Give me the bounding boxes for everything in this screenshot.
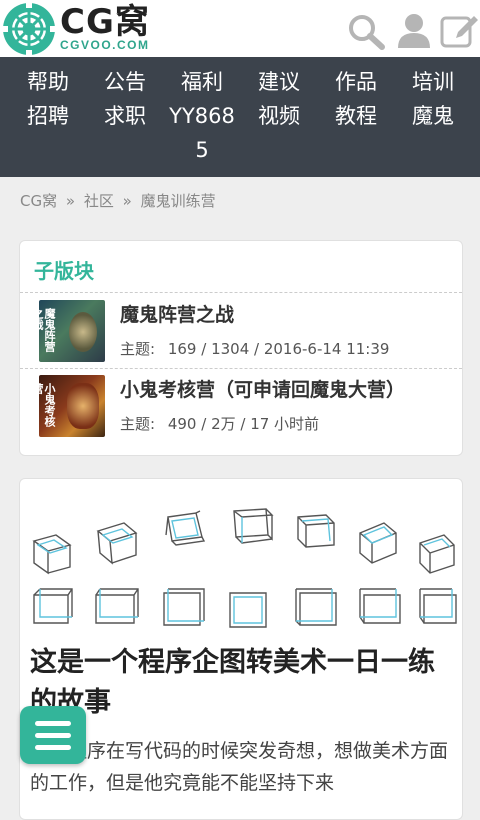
nav-column-3: 福利 YY868 5 — [164, 65, 240, 167]
stats-label: 主题: — [120, 415, 156, 433]
nav-item-job-seeking[interactable]: 求职 — [87, 99, 163, 133]
cube-sketch-image — [32, 508, 457, 628]
menu-icon — [35, 721, 71, 726]
logo-title: CG窝 — [60, 2, 150, 42]
app-header: CG窝 CGVOO.COM — [0, 0, 480, 58]
category-nav: 帮助 招聘 公告 求职 福利 YY868 5 建议 视频 作品 教程 培训 魔鬼 — [0, 57, 480, 177]
nav-item-training[interactable]: 培训 — [395, 65, 471, 99]
subforum-name[interactable]: 魔鬼阵营之战 — [120, 300, 234, 327]
logo-subtitle: CGVOO.COM — [60, 38, 150, 52]
menu-button[interactable] — [20, 706, 86, 764]
subforum-stats: 主题: 490 / 2万 / 17 小时前 — [120, 413, 319, 434]
subforum-heading: 子版块 — [34, 259, 94, 283]
article-card[interactable]: 这是一个程序企图转美术一日一练的故事 一个程序在写代码的时候突发奇想，想做美术方… — [19, 478, 463, 820]
nav-column-6: 培训 魔鬼 — [395, 65, 471, 133]
article-title[interactable]: 这是一个程序企图转美术一日一练的故事 — [30, 643, 450, 723]
nav-item-videos[interactable]: 视频 — [241, 99, 317, 133]
subforum-stats: 主题: 169 / 1304 / 2016-6-14 11:39 — [120, 338, 389, 359]
user-icon[interactable] — [394, 12, 434, 50]
menu-icon — [35, 733, 71, 738]
nav-column-5: 作品 教程 — [318, 65, 394, 133]
nav-column-2: 公告 求职 — [87, 65, 163, 133]
nav-column-1: 帮助 招聘 — [10, 65, 86, 133]
search-icon[interactable] — [346, 12, 386, 50]
subforum-row[interactable]: 小鬼考核营 小鬼考核营（可申请回魔鬼大营） 主题: 490 / 2万 / 17 … — [20, 369, 462, 443]
breadcrumb: CG窝 » 社区 » 魔鬼训练营 — [20, 190, 216, 211]
edit-icon[interactable] — [440, 12, 480, 50]
stats-value: 490 / 2万 / 17 小时前 — [167, 415, 320, 433]
subforum-name[interactable]: 小鬼考核营（可申请回魔鬼大营） — [120, 375, 405, 402]
stats-label: 主题: — [120, 340, 156, 358]
breadcrumb-separator: » — [65, 192, 76, 210]
nav-item-works[interactable]: 作品 — [318, 65, 394, 99]
breadcrumb-community[interactable]: 社区 — [84, 192, 114, 210]
nav-item-jobs[interactable]: 招聘 — [10, 99, 86, 133]
thumbnail-caption: 魔鬼阵营之战 — [39, 308, 56, 352]
logo[interactable]: CG窝 CGVOO.COM — [60, 4, 150, 52]
breadcrumb-home[interactable]: CG窝 — [20, 192, 57, 210]
subforum-thumbnail: 魔鬼阵营之战 — [39, 300, 105, 362]
thumbnail-caption: 小鬼考核营 — [39, 383, 56, 427]
nav-item-welfare[interactable]: 福利 — [164, 65, 240, 99]
breadcrumb-current: 魔鬼训练营 — [140, 192, 216, 210]
nav-column-4: 建议 视频 — [241, 65, 317, 133]
article-excerpt: 一个程序在写代码的时候突发奇想，想做美术方面的工作，但是他究竟能不能坚持下来 — [30, 740, 449, 794]
nav-item-devil[interactable]: 魔鬼 — [395, 99, 471, 133]
menu-icon — [35, 745, 71, 750]
nav-item-announcements[interactable]: 公告 — [87, 65, 163, 99]
nav-item-help[interactable]: 帮助 — [10, 65, 86, 99]
breadcrumb-separator: » — [122, 192, 132, 210]
gear-logo-icon[interactable] — [2, 2, 56, 56]
subforum-card: 子版块 魔鬼阵营之战 魔鬼阵营之战 主题: 169 / 1304 / 2016-… — [19, 240, 463, 456]
nav-item-tutorials[interactable]: 教程 — [318, 99, 394, 133]
stats-value: 169 / 1304 / 2016-6-14 11:39 — [167, 340, 390, 358]
nav-item-yy[interactable]: YY868 5 — [164, 99, 240, 167]
nav-item-suggestions[interactable]: 建议 — [241, 65, 317, 99]
subforum-row[interactable]: 魔鬼阵营之战 魔鬼阵营之战 主题: 169 / 1304 / 2016-6-14… — [20, 294, 462, 368]
subforum-thumbnail: 小鬼考核营 — [39, 375, 105, 437]
divider — [20, 292, 462, 293]
